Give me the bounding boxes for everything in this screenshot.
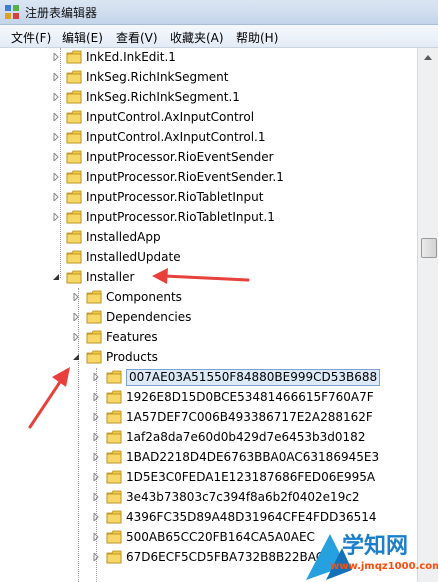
collapsed-triangle-icon[interactable] <box>92 553 100 561</box>
registry-tree[interactable]: InkEd.InkEdit.1 InkSeg.RichInkSegment InkS… <box>0 48 417 582</box>
vertical-scrollbar[interactable] <box>417 48 438 582</box>
tree-item-label: 1BAD2218D4DE6763BBA0AC63186945E3 <box>126 450 380 464</box>
watermark-url: www.jmqz1000.com <box>330 561 438 572</box>
folder-icon <box>106 510 122 524</box>
tree-item-label: InkSeg.RichInkSegment.1 <box>86 90 240 104</box>
collapsed-triangle-icon[interactable] <box>52 213 60 221</box>
folder-icon <box>86 290 102 304</box>
annotation-arrow-icon <box>152 268 250 284</box>
title-bar: 注册表编辑器 <box>0 0 438 25</box>
collapsed-triangle-icon[interactable] <box>52 133 60 141</box>
tree-item-label: InputControl.AxInputControl.1 <box>86 130 266 144</box>
scroll-up-arrow-icon[interactable] <box>420 50 436 66</box>
tree-item-label: InputProcessor.RioEventSender <box>86 150 274 164</box>
folder-icon <box>106 370 122 384</box>
collapsed-triangle-icon[interactable] <box>92 453 100 461</box>
menu-help[interactable]: 帮助(H) <box>236 29 278 46</box>
tree-item-label: 67D6ECF5CD5FBA732B8B22BAC <box>126 550 325 564</box>
tree-item-label: 007AE03A51550F84880BE999CD53B688 <box>126 369 381 386</box>
tree-item-label: 1af2a8da7e60d0b429d7e6453b3d0182 <box>126 430 366 444</box>
tree-item-label: Installer <box>86 270 135 284</box>
folder-icon <box>66 270 82 284</box>
menu-file[interactable]: 文件(F) <box>11 29 51 46</box>
folder-icon <box>66 250 82 264</box>
folder-icon <box>86 350 102 364</box>
watermark-text: 学知网 <box>342 534 409 559</box>
collapsed-triangle-icon[interactable] <box>92 493 100 501</box>
collapsed-triangle-icon[interactable] <box>72 293 80 301</box>
tree-item-label: InstalledUpdate <box>86 250 181 264</box>
tree-item-label: InstalledApp <box>86 230 161 244</box>
folder-icon <box>86 330 102 344</box>
collapsed-triangle-icon[interactable] <box>52 53 60 61</box>
folder-icon <box>66 210 82 224</box>
folder-icon <box>66 170 82 184</box>
annotation-arrow-icon <box>28 367 70 429</box>
folder-icon <box>86 310 102 324</box>
folder-icon <box>106 410 122 424</box>
folder-icon <box>106 530 122 544</box>
menu-favorites[interactable]: 收藏夹(A) <box>170 29 224 46</box>
scrollbar-thumb[interactable] <box>421 238 437 258</box>
folder-icon <box>106 430 122 444</box>
folder-icon <box>66 190 82 204</box>
window-title: 注册表编辑器 <box>25 6 98 20</box>
tree-item-label: Components <box>106 290 182 304</box>
folder-icon <box>66 150 82 164</box>
expanded-triangle-icon[interactable] <box>72 353 80 361</box>
collapsed-triangle-icon[interactable] <box>92 393 100 401</box>
collapsed-triangle-icon[interactable] <box>92 413 100 421</box>
tree-item-label: Products <box>106 350 158 364</box>
collapsed-triangle-icon[interactable] <box>52 113 60 121</box>
collapsed-triangle-icon[interactable] <box>52 73 60 81</box>
tree-item-label: 1A57DEF7C006B493386717E2A288162F <box>126 410 373 424</box>
folder-icon <box>66 130 82 144</box>
collapsed-triangle-icon[interactable] <box>52 173 60 181</box>
collapsed-triangle-icon[interactable] <box>92 473 100 481</box>
collapsed-triangle-icon[interactable] <box>52 93 60 101</box>
collapsed-triangle-icon[interactable] <box>72 313 80 321</box>
menu-bar: 文件(F) 编辑(E) 查看(V) 收藏夹(A) 帮助(H) <box>0 25 438 48</box>
folder-icon <box>106 390 122 404</box>
collapsed-triangle-icon[interactable] <box>92 433 100 441</box>
tree-item-label: Dependencies <box>106 310 192 324</box>
folder-icon <box>66 110 82 124</box>
tree-item-label: Features <box>106 330 158 344</box>
collapsed-triangle-icon[interactable] <box>92 533 100 541</box>
tree-guide-line <box>60 48 62 278</box>
folder-icon <box>66 70 82 84</box>
tree-item-label: InputProcessor.RioTabletInput.1 <box>86 210 275 224</box>
tree-item-label: InputProcessor.RioEventSender.1 <box>86 170 284 184</box>
collapsed-triangle-icon[interactable] <box>92 373 100 381</box>
folder-icon <box>66 230 82 244</box>
tree-item-label: InputControl.AxInputControl <box>86 110 255 124</box>
folder-icon <box>106 490 122 504</box>
tree-item-label: 3e43b73803c7c394f8a6b2f0402e19c2 <box>126 490 360 504</box>
expanded-triangle-icon[interactable] <box>52 273 60 281</box>
folder-icon <box>66 50 82 64</box>
tree-item-label: InputProcessor.RioTabletInput <box>86 190 264 204</box>
folder-icon <box>106 470 122 484</box>
registry-editor-icon <box>5 5 19 19</box>
folder-icon <box>66 90 82 104</box>
collapsed-triangle-icon[interactable] <box>92 513 100 521</box>
tree-item-label: 500AB65CC20FB164CA5A0AEC <box>126 530 315 544</box>
folder-icon <box>106 550 122 564</box>
tree-item-label: 1D5E3C0FEDA1E123187686FED06E995A <box>126 470 376 484</box>
collapsed-triangle-icon[interactable] <box>52 153 60 161</box>
tree-item-label: InkSeg.RichInkSegment <box>86 70 229 84</box>
tree-item-label: 1926E8D15D0BCE53481466615F760A7F <box>126 390 374 404</box>
collapsed-triangle-icon[interactable] <box>72 333 80 341</box>
collapsed-triangle-icon[interactable] <box>52 193 60 201</box>
menu-view[interactable]: 查看(V) <box>116 29 158 46</box>
tree-item-label: InkEd.InkEdit.1 <box>86 50 176 64</box>
menu-edit[interactable]: 编辑(E) <box>62 29 103 46</box>
folder-icon <box>106 450 122 464</box>
